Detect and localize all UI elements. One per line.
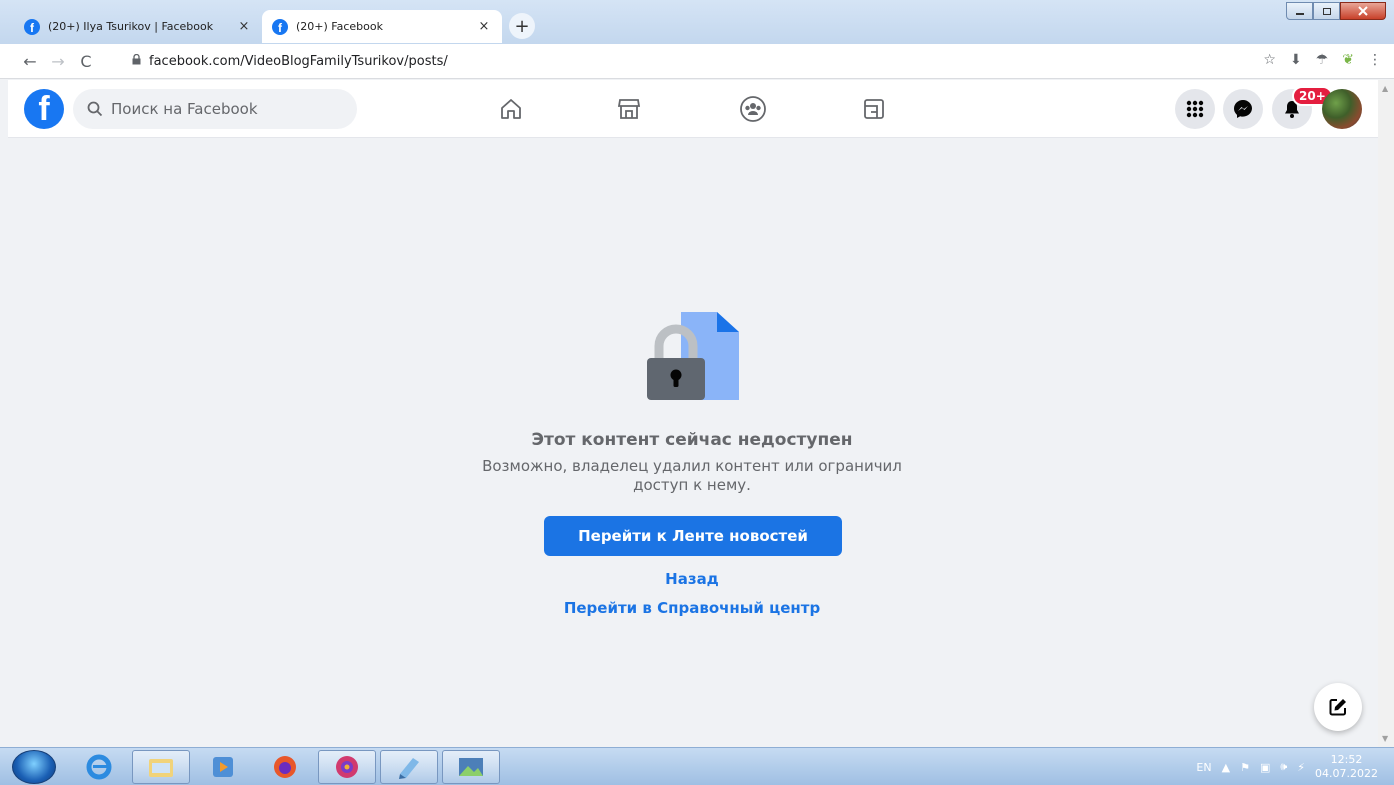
language-indicator[interactable]: EN bbox=[1196, 761, 1211, 774]
browser-tab-strip: f (20+) Ilya Tsurikov | Facebook × f (20… bbox=[0, 0, 1394, 44]
show-hidden-icons-icon[interactable]: ▲ bbox=[1222, 761, 1230, 774]
browser-tab-facebook[interactable]: f (20+) Facebook × bbox=[262, 10, 502, 43]
messenger-button[interactable] bbox=[1223, 89, 1263, 129]
back-arrow-icon[interactable]: ← bbox=[16, 52, 44, 71]
search-input[interactable] bbox=[111, 100, 331, 118]
url-text: facebook.com/VideoBlogFamilyTsurikov/pos… bbox=[149, 53, 448, 69]
description-line-1: Возможно, владелец удалил контент или ог… bbox=[482, 457, 902, 475]
gaming-icon bbox=[864, 99, 884, 119]
umbrella-icon[interactable]: ☂ bbox=[1316, 52, 1329, 68]
new-tab-button[interactable]: + bbox=[509, 13, 535, 39]
toolbar-icons: ☆ ⬇ ☂ ❦ ⋮ bbox=[1263, 52, 1382, 68]
explorer-icon[interactable] bbox=[132, 750, 190, 784]
marketplace-nav-button[interactable] bbox=[613, 93, 645, 125]
forward-arrow-icon[interactable]: → bbox=[44, 52, 72, 71]
groups-nav-button[interactable] bbox=[737, 93, 769, 125]
description-line-2: доступ к нему. bbox=[633, 476, 751, 494]
home-icon bbox=[501, 99, 521, 119]
facebook-favicon-icon: f bbox=[24, 18, 40, 35]
leaf-extension-icon[interactable]: ❦ bbox=[1342, 52, 1354, 68]
tab-title: (20+) Ilya Tsurikov | Facebook bbox=[48, 20, 214, 33]
menu-button[interactable] bbox=[1175, 89, 1215, 129]
scroll-up-icon[interactable]: ▲ bbox=[1382, 84, 1388, 93]
page-scrollbar[interactable]: ▲ ▼ bbox=[1378, 80, 1394, 747]
window-controls bbox=[1286, 2, 1386, 20]
close-window-button[interactable] bbox=[1340, 2, 1386, 20]
back-link[interactable]: Назад bbox=[447, 570, 937, 588]
search-box[interactable] bbox=[73, 89, 357, 129]
grid-menu-icon bbox=[1186, 100, 1204, 118]
reload-icon[interactable]: C bbox=[72, 52, 100, 71]
compose-icon bbox=[1329, 699, 1346, 716]
home-nav-button[interactable] bbox=[495, 93, 527, 125]
media-player-icon[interactable] bbox=[194, 750, 252, 784]
minimize-button[interactable] bbox=[1286, 2, 1313, 20]
search-icon bbox=[87, 101, 103, 117]
browser-tab-profile[interactable]: f (20+) Ilya Tsurikov | Facebook × bbox=[14, 10, 262, 43]
windows-start-icon[interactable] bbox=[12, 750, 56, 784]
messenger-icon bbox=[1234, 100, 1252, 118]
action-center-icon[interactable]: ⚑ bbox=[1240, 761, 1250, 774]
facebook-favicon-icon: f bbox=[272, 18, 288, 35]
gaming-nav-button[interactable] bbox=[858, 93, 890, 125]
close-icon bbox=[1358, 6, 1368, 16]
app-s-icon[interactable] bbox=[318, 750, 376, 784]
download-icon[interactable]: ⬇ bbox=[1290, 52, 1302, 68]
volume-icon[interactable]: 🕪 bbox=[1280, 760, 1287, 774]
photos-icon[interactable] bbox=[442, 750, 500, 784]
tab-close-icon[interactable]: × bbox=[236, 19, 252, 34]
avatar[interactable] bbox=[1322, 89, 1362, 129]
minimize-icon bbox=[1295, 13, 1304, 15]
locked-content-illustration bbox=[647, 312, 739, 400]
system-tray: EN ▲ ⚑ ▣ 🕪 ⚡ 12:52 04.07.2022 bbox=[1196, 752, 1378, 782]
notepad-icon[interactable] bbox=[380, 750, 438, 784]
power-icon[interactable]: ⚡ bbox=[1297, 761, 1305, 774]
go-to-news-feed-button[interactable]: Перейти к Ленте новостей bbox=[544, 516, 842, 556]
clock-date: 04.07.2022 bbox=[1315, 767, 1378, 780]
address-bar[interactable]: facebook.com/VideoBlogFamilyTsurikov/pos… bbox=[120, 48, 1360, 74]
marketplace-icon bbox=[617, 99, 641, 119]
network-icon[interactable]: ▣ bbox=[1260, 761, 1270, 774]
scroll-down-icon[interactable]: ▼ bbox=[1382, 734, 1388, 743]
tab-title: (20+) Facebook bbox=[296, 20, 383, 33]
windows-taskbar: EN ▲ ⚑ ▣ 🕪 ⚡ 12:52 04.07.2022 bbox=[0, 747, 1394, 785]
internet-explorer-icon[interactable] bbox=[70, 750, 128, 784]
new-message-button[interactable] bbox=[1314, 683, 1362, 731]
browser-toolbar: ← → C facebook.com/VideoBlogFamilyTsurik… bbox=[0, 44, 1394, 79]
unavailable-title: Этот контент сейчас недоступен bbox=[531, 430, 853, 450]
maximize-button[interactable] bbox=[1313, 2, 1340, 20]
facebook-logo-icon[interactable]: f bbox=[24, 89, 64, 129]
star-icon[interactable]: ☆ bbox=[1263, 52, 1276, 68]
unavailable-description: Возможно, владелец удалил контент или ог… bbox=[447, 457, 937, 495]
menu-dots-icon[interactable]: ⋮ bbox=[1368, 52, 1382, 68]
help-center-link[interactable]: Перейти в Справочный центр bbox=[447, 599, 937, 617]
groups-icon bbox=[740, 96, 766, 122]
tab-close-icon[interactable]: × bbox=[476, 19, 492, 34]
clock-time: 12:52 bbox=[1330, 753, 1363, 766]
clock[interactable]: 12:52 04.07.2022 bbox=[1315, 753, 1378, 781]
lock-icon bbox=[132, 53, 141, 68]
restore-icon bbox=[1322, 8, 1331, 15]
firefox-icon[interactable] bbox=[256, 750, 314, 784]
facebook-header: f bbox=[8, 80, 1378, 138]
